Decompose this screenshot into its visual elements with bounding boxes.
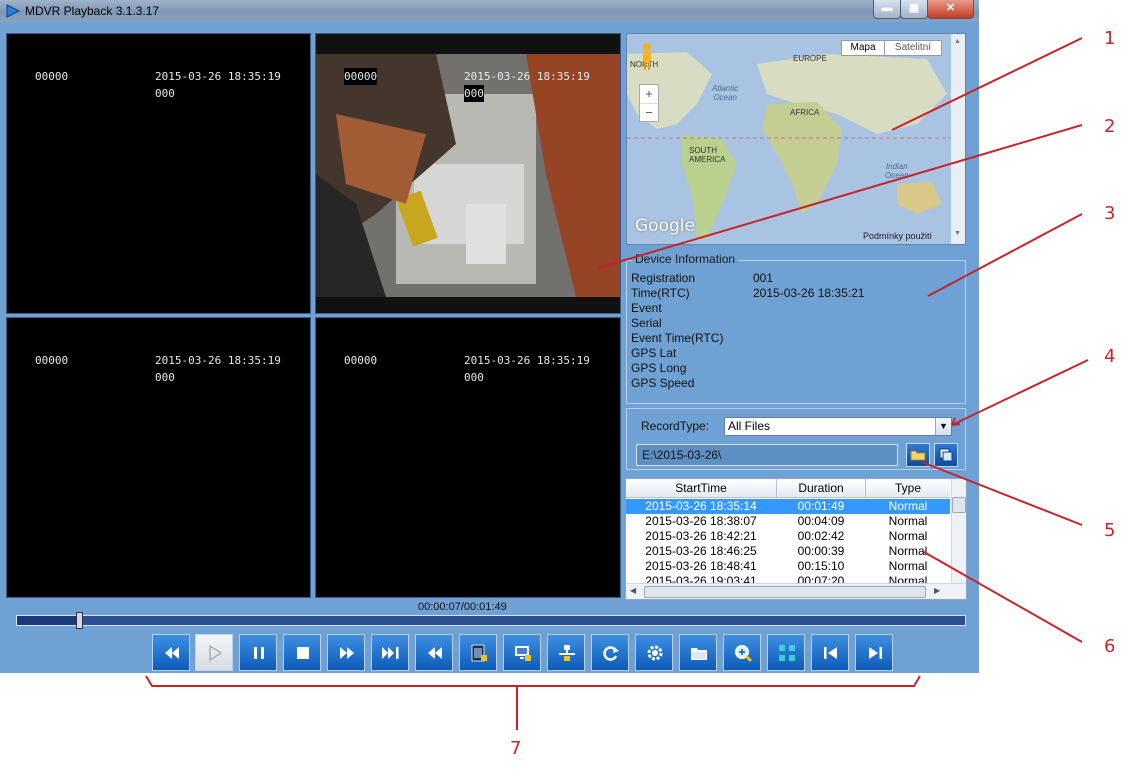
annotation-6: 6: [1104, 636, 1116, 657]
annotation-5: 5: [1104, 520, 1116, 541]
annotation-line-4: [951, 359, 1089, 426]
annotation-line-5: [921, 461, 1083, 526]
annotation-1: 1: [1104, 28, 1116, 49]
annotation-line-1: [891, 37, 1083, 131]
annotation-line-6: [923, 551, 1083, 643]
annotation-2: 2: [1104, 116, 1116, 137]
annotation-7: 7: [510, 738, 522, 759]
annotation-4: 4: [1104, 346, 1116, 367]
annotation-bracket-7: [145, 675, 921, 687]
annotation-line-2: [597, 124, 1083, 269]
annotation-overlay: [145, 37, 1089, 730]
annotation-line-3: [927, 213, 1083, 297]
annotation-3: 3: [1104, 203, 1116, 224]
